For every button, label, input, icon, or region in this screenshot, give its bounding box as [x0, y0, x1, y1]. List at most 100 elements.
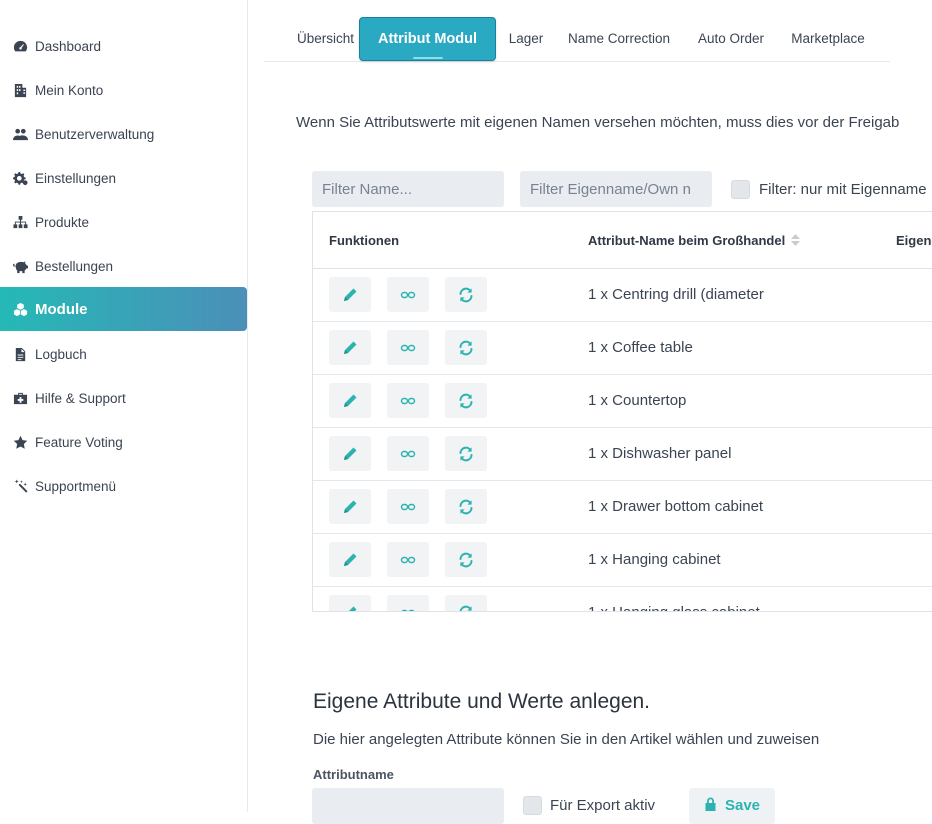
table-row: 1 x Hanging glass cabinet: [313, 586, 932, 611]
file-icon: [12, 346, 28, 362]
edit-button[interactable]: [329, 489, 371, 524]
attribute-name-label: Attributname: [313, 767, 394, 782]
edit-button[interactable]: [329, 330, 371, 365]
reset-button[interactable]: [445, 330, 487, 365]
link-icon: [400, 450, 416, 457]
filter-own-name-input[interactable]: [520, 171, 712, 207]
refresh-icon: [459, 499, 473, 514]
star-icon: [12, 434, 28, 450]
refresh-icon: [459, 552, 473, 567]
medkit-icon: [12, 390, 28, 406]
reset-button[interactable]: [445, 489, 487, 524]
link-icon: [400, 291, 416, 298]
sidebar-item-label: Module: [35, 300, 88, 318]
piggy-bank-icon: [12, 258, 28, 274]
sidebar: Dashboard Mein Konto Benutzerverwaltung …: [0, 0, 248, 812]
tab-label: Attribut Modul: [377, 31, 478, 47]
reset-button[interactable]: [445, 595, 487, 611]
attribute-name-input[interactable]: [312, 788, 504, 824]
refresh-icon: [459, 287, 473, 302]
reset-button[interactable]: [445, 277, 487, 312]
edit-button[interactable]: [329, 436, 371, 471]
sidebar-item-label: Logbuch: [35, 346, 87, 362]
edit-button[interactable]: [329, 383, 371, 418]
save-button-label: Save: [724, 797, 761, 814]
sidebar-item-einstellungen[interactable]: Einstellungen: [0, 156, 247, 200]
link-button[interactable]: [387, 542, 429, 577]
sidebar-item-feature-voting[interactable]: Feature Voting: [0, 420, 247, 464]
link-button[interactable]: [387, 330, 429, 365]
sidebar-item-bestellungen[interactable]: Bestellungen: [0, 244, 247, 288]
header-own-name: Eigene: [896, 232, 932, 248]
tab-label: Marketplace: [791, 31, 865, 46]
refresh-icon: [459, 446, 473, 461]
pencil-icon: [344, 500, 357, 513]
reset-button[interactable]: [445, 436, 487, 471]
sidebar-item-label: Feature Voting: [35, 434, 123, 450]
sidebar-item-supportmenu[interactable]: Supportmenü: [0, 464, 247, 508]
link-icon: [400, 503, 416, 510]
link-icon: [401, 609, 415, 611]
lock-icon: [705, 797, 716, 811]
sidebar-item-label: Einstellungen: [35, 170, 117, 186]
reset-button[interactable]: [445, 383, 487, 418]
filter-name-input[interactable]: [312, 171, 504, 207]
sidebar-item-benutzerverwaltung[interactable]: Benutzerverwaltung: [0, 112, 247, 156]
tab-attribut-modul[interactable]: Attribut Modul: [359, 17, 496, 61]
header-attribute-name-label: Attribut-Name beim Großhandel: [588, 232, 786, 248]
sidebar-item-hilfe-support[interactable]: Hilfe & Support: [0, 376, 247, 420]
tab-label: Name Correction: [567, 31, 671, 46]
tab-label: Lager: [508, 31, 544, 46]
pencil-icon: [344, 288, 357, 301]
sidebar-item-label: Hilfe & Support: [35, 390, 126, 406]
pencil-icon: [344, 553, 357, 566]
link-button[interactable]: [387, 277, 429, 312]
edit-button[interactable]: [329, 542, 371, 577]
refresh-icon: [459, 340, 473, 355]
link-button[interactable]: [387, 383, 429, 418]
own-name-only-checkbox[interactable]: [731, 180, 750, 199]
sitemap-icon: [12, 214, 28, 230]
table-row: 1 x Hanging cabinet: [313, 533, 932, 587]
refresh-icon: [459, 393, 473, 408]
tab-lager[interactable]: Lager: [496, 17, 556, 60]
sidebar-item-mein-konto[interactable]: Mein Konto: [0, 68, 247, 112]
refresh-icon: [459, 605, 472, 611]
table-row: 1 x Drawer bottom cabinet: [313, 480, 932, 534]
sidebar-item-module[interactable]: Module: [0, 287, 247, 331]
pencil-icon: [344, 341, 357, 354]
tab-auto-order[interactable]: Auto Order: [686, 17, 776, 60]
table-row: 1 x Coffee table: [313, 321, 932, 375]
link-button[interactable]: [387, 489, 429, 524]
attribute-table: Funktionen Attribut-Name beim Großhandel…: [312, 211, 932, 612]
edit-button[interactable]: [329, 595, 371, 611]
sidebar-item-produkte[interactable]: Produkte: [0, 200, 247, 244]
save-button[interactable]: Save: [689, 788, 775, 824]
attribute-name-cell: 1 x Drawer bottom cabinet: [588, 498, 764, 515]
building-icon: [12, 82, 28, 98]
link-button[interactable]: [387, 436, 429, 471]
own-name-only-label: Filter: nur mit Eigenname: [759, 181, 927, 198]
sort-icon[interactable]: [791, 234, 801, 246]
header-attribute-name[interactable]: Attribut-Name beim Großhandel: [588, 212, 801, 268]
sidebar-item-label: Supportmenü: [35, 478, 117, 494]
export-active-checkbox[interactable]: [523, 796, 542, 815]
link-button[interactable]: [387, 595, 429, 611]
tab-label: Auto Order: [697, 31, 765, 46]
sidebar-item-dashboard[interactable]: Dashboard: [0, 24, 247, 68]
table-row: 1 x Centring drill (diameter: [313, 268, 932, 322]
tab-name-correction[interactable]: Name Correction: [558, 17, 680, 60]
tab-marketplace[interactable]: Marketplace: [782, 17, 874, 60]
sidebar-item-logbuch[interactable]: Logbuch: [0, 332, 247, 376]
attribute-name-cell: 1 x Centring drill (diameter: [588, 286, 764, 303]
link-icon: [400, 556, 416, 563]
sidebar-item-label: Bestellungen: [35, 258, 114, 274]
reset-button[interactable]: [445, 542, 487, 577]
pencil-icon: [344, 447, 357, 460]
export-active-label: Für Export aktiv: [550, 797, 656, 814]
attribute-name-cell: 1 x Hanging glass cabinet: [588, 586, 760, 611]
edit-button[interactable]: [329, 277, 371, 312]
sidebar-item-label: Benutzerverwaltung: [35, 126, 155, 142]
section-description: Die hier angelegten Attribute können Sie…: [313, 731, 820, 748]
sidebar-item-label: Dashboard: [35, 38, 102, 54]
